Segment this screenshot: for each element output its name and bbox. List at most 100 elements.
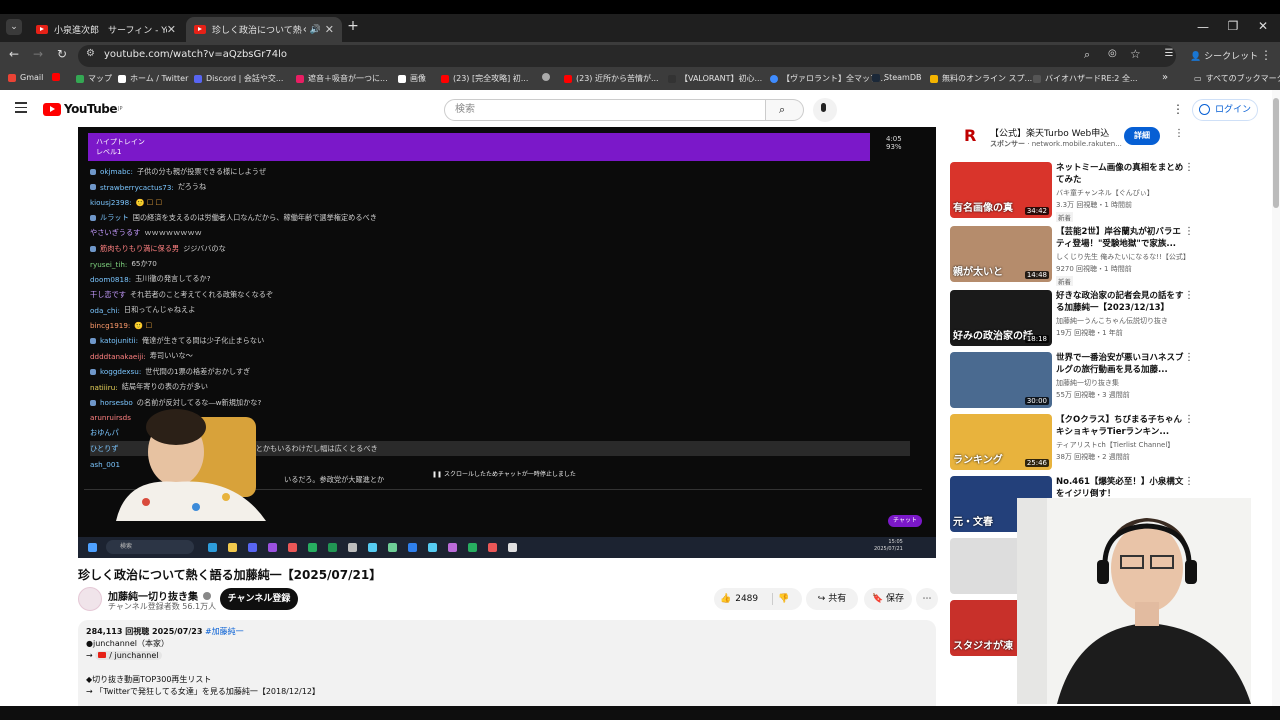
chat-send-button[interactable]: チャット <box>888 515 922 527</box>
recommended-video[interactable]: ランキング 25:46 【クOクラス】ちびまる子ちゃんキショキャラTierランキン.… <box>950 414 1194 472</box>
close-tab-icon[interactable]: ✕ <box>325 23 334 36</box>
bookmark-item[interactable]: (23) 近所から苦情が... <box>564 73 659 84</box>
hamburger-menu-icon[interactable] <box>15 102 27 113</box>
video-thumbnail[interactable]: ランキング 25:46 <box>950 414 1052 470</box>
search-button[interactable]: ⌕ <box>766 99 804 121</box>
recommended-channel[interactable]: 加藤純一切り抜き集 <box>1056 378 1188 388</box>
youtube-logo[interactable]: YouTube JP <box>43 102 123 116</box>
tab-search-icon[interactable]: ⌄ <box>6 19 22 35</box>
reading-list-icon[interactable]: ☰ <box>1162 48 1176 59</box>
hashtag-link[interactable]: #加藤純一 <box>205 627 244 636</box>
recommended-title[interactable]: 【クOクラス】ちびまる子ちゃんキショキャラTierランキン... <box>1056 414 1184 438</box>
recommended-title[interactable]: ネットミーム画像の真相をまとめてみた <box>1056 162 1184 186</box>
tab-current-video[interactable]: 珍しく政治について熱く語る加藤 🔊 ✕ <box>186 17 342 42</box>
bookmark-item[interactable]: (23) [完全攻略] 初... <box>441 73 528 84</box>
speaker-icon[interactable]: 🔊 <box>310 25 321 35</box>
video-thumbnail[interactable]: 有名画像の真 34:42 <box>950 162 1052 218</box>
save-button[interactable]: 🔖 保存 <box>864 588 912 610</box>
description-box[interactable]: 284,113 回視聴 2025/07/23 #加藤純一 ●junchannel… <box>78 620 936 720</box>
taskbar-app-icon <box>508 543 517 552</box>
masthead: YouTube JP 検索 ⌕ ⋮ ログイン <box>0 90 1272 128</box>
bookmark-item[interactable]: マップ <box>76 73 112 84</box>
recommended-video[interactable]: 親が太いと 14:48 【芸能2世】岸谷蘭丸が初バラエティ登場！"受験地獄"で家族.… <box>950 226 1194 286</box>
bookmark-star-icon[interactable]: ☆ <box>1130 47 1141 61</box>
eye-off-icon[interactable]: ◎ <box>1108 48 1117 59</box>
more-actions-button[interactable]: ⋯ <box>916 588 938 610</box>
taskbar-app-icon <box>388 543 397 552</box>
settings-more-icon[interactable]: ⋮ <box>1172 102 1184 116</box>
video-thumbnail[interactable]: 30:00 <box>950 352 1052 408</box>
bookmark-item[interactable]: Gmail <box>8 73 43 82</box>
close-tab-icon[interactable]: ✕ <box>167 23 176 36</box>
forward-icon[interactable]: → <box>30 47 46 61</box>
back-icon[interactable]: ← <box>6 47 22 61</box>
browser-menu-icon[interactable]: ⋮ <box>1260 48 1272 62</box>
page-scrollbar[interactable] <box>1272 90 1280 720</box>
recommended-video[interactable]: 有名画像の真 34:42 ネットミーム画像の真相をまとめてみたバキ童チャンネル【ぐん… <box>950 162 1194 222</box>
site-info-icon[interactable]: ⚙ <box>86 48 95 59</box>
login-button[interactable]: ログイン <box>1192 99 1258 121</box>
recommended-video[interactable]: 30:00 世界で一番治安が悪いヨハネスブルグの旅行動画を見る加藤... 加藤純一切… <box>950 352 1194 410</box>
recommended-channel[interactable]: 加藤純一うんこちゃん伝説切り抜き <box>1056 316 1188 326</box>
page-scrollbar-thumb[interactable] <box>1273 98 1279 208</box>
minimize-icon[interactable]: — <box>1196 20 1210 34</box>
recommended-channel[interactable]: ティアリストch【Tierlist Channel】 <box>1056 440 1188 450</box>
channel-link[interactable]: / junchannel <box>95 651 162 660</box>
voice-search-button[interactable] <box>813 98 837 122</box>
reload-icon[interactable]: ↻ <box>54 47 70 61</box>
more-options-icon[interactable]: ⋮ <box>1174 128 1184 139</box>
video-thumbnail[interactable]: 親が太いと 14:48 <box>950 226 1052 282</box>
bookmark-item[interactable]: 遮音＋吸音が一つに... <box>296 73 388 84</box>
bookmark-item[interactable]: Discord | 会話や交... <box>194 73 283 84</box>
video-thumbnail[interactable]: 好みの政治家の話 18:18 <box>950 290 1052 346</box>
recommended-title[interactable]: 世界で一番治安が悪いヨハネスブルグの旅行動画を見る加藤... <box>1056 352 1184 376</box>
divider <box>772 593 773 605</box>
more-options-icon[interactable]: ⋮ <box>1184 352 1194 363</box>
recommended-channel[interactable]: バキ童チャンネル【ぐんぴぃ】 <box>1056 188 1188 198</box>
recommended-title[interactable]: 好きな政治家の記者会見の話をする加藤純一【2023/12/13】 <box>1056 290 1184 314</box>
dislike-button[interactable]: 👎 <box>778 588 789 610</box>
recommended-video[interactable]: 好みの政治家の話 18:18 好きな政治家の記者会見の話をする加藤純一【2023/1… <box>950 290 1194 348</box>
bookmark-item[interactable]: ホーム / Twitter <box>118 73 188 84</box>
bookmark-item[interactable] <box>52 73 64 81</box>
search-input[interactable]: 検索 <box>444 99 766 121</box>
share-button[interactable]: ↪ 共有 <box>806 588 858 610</box>
restore-icon[interactable]: ❐ <box>1226 19 1240 33</box>
all-bookmarks-button[interactable]: ▭ すべてのブックマーク <box>1194 73 1280 84</box>
sponsored-ad[interactable]: R 【公式】楽天Turbo Web申込 スポンサー · network.mobi… <box>950 124 1192 156</box>
bookmarks-overflow-button[interactable]: » <box>1162 72 1168 83</box>
video-player[interactable]: ハイプトレイン レベル1 4:05 93% okjmabc: 子供の分も親が投票で… <box>78 127 936 558</box>
more-options-icon[interactable]: ⋮ <box>1184 290 1194 301</box>
close-window-icon[interactable]: ✕ <box>1256 19 1270 33</box>
taskbar-app-icon <box>348 543 357 552</box>
address-bar[interactable]: ⚙ youtube.com/watch?v=aQzbsGr74lo ⌕ ◎ ☆ <box>78 45 1176 67</box>
more-options-icon[interactable]: ⋮ <box>1184 162 1194 173</box>
tab-bar: ⌄ 小泉進次郎 サーフィン - YouTube ✕ 珍しく政治について熱く語る加… <box>0 14 1280 42</box>
ad-details-button[interactable]: 詳細 <box>1124 127 1160 145</box>
bookmark-item[interactable]: バイオハザードRE:2 全... <box>1033 73 1138 84</box>
chat-message: natiiiru: 結局年寄りの表の方が多い <box>90 382 208 392</box>
subscribe-button[interactable]: チャンネル登録 <box>220 588 298 610</box>
more-options-icon[interactable]: ⋮ <box>1184 226 1194 237</box>
description-link-line[interactable]: → 「Twitterで発狂してる女達」を見る加藤純一【2018/12/12】 <box>86 686 928 698</box>
like-button[interactable]: 👍 2489 <box>720 588 768 610</box>
bookmark-item[interactable]: 【VALORANT】初心... <box>668 73 762 84</box>
channel-avatar[interactable] <box>78 587 102 611</box>
more-options-icon[interactable]: ⋮ <box>1184 414 1194 425</box>
bookmark-item[interactable]: SteamDB <box>872 73 921 82</box>
video-duration: 14:48 <box>1024 271 1049 279</box>
thumbs-down-icon: 👎 <box>778 594 790 604</box>
bookmark-item[interactable] <box>542 73 554 81</box>
more-options-icon[interactable]: ⋮ <box>1184 476 1194 487</box>
recommended-title[interactable]: No.461【爆笑必至！】小泉構文をイジリ倒す！ <box>1056 476 1184 500</box>
zoom-icon[interactable]: ⌕ <box>1084 48 1090 62</box>
globe-icon <box>542 73 550 81</box>
recommended-channel[interactable]: しくじり先生 俺みたいになるな!!【公式】 <box>1056 252 1188 262</box>
bookmark-item[interactable]: 画像 <box>398 73 426 84</box>
recommended-title[interactable]: 【芸能2世】岸谷蘭丸が初バラエティ登場！"受験地獄"で家族... <box>1056 226 1184 250</box>
bookmark-item[interactable]: 無料のオンライン スプ... <box>930 73 1032 84</box>
new-tab-button[interactable]: + <box>346 18 360 34</box>
tab-koizumi[interactable]: 小泉進次郎 サーフィン - YouTube ✕ <box>28 17 184 42</box>
incognito-badge[interactable]: 👤 シークレット <box>1190 49 1258 62</box>
bookmark-item[interactable]: 【ヴァロラント】全マップ... <box>770 73 886 84</box>
